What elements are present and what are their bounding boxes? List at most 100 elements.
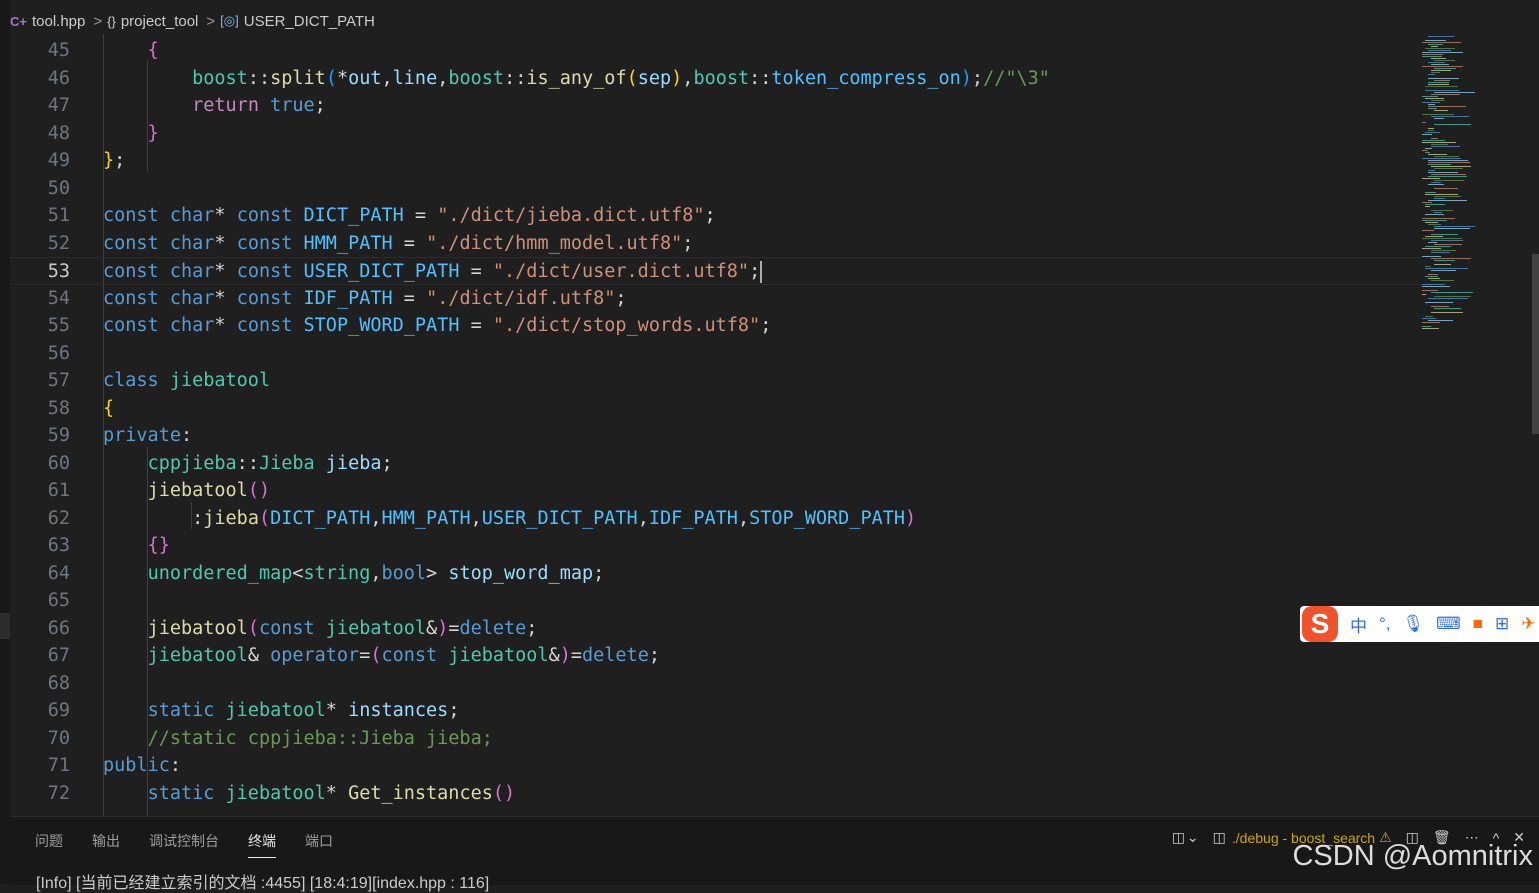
panel-tabs: 问题 输出 调试控制台 终端 端口 [35, 831, 362, 858]
breadcrumb-namespace[interactable]: {} project_tool [107, 13, 198, 30]
code-line[interactable]: 52 const char* const HMM_PATH = "./dict/h… [10, 230, 1422, 258]
line-number: 54 [47, 287, 70, 309]
more-icon[interactable]: ✈ [1521, 614, 1535, 634]
editor-scrollbar[interactable] [1532, 34, 1539, 816]
code-text: jiebatool& operator=(const jiebatool&)=d… [147, 645, 660, 666]
braces-icon: {} [107, 13, 116, 29]
code-line[interactable]: 63 {} [10, 532, 1422, 560]
code-line[interactable]: 71 public: [10, 752, 1422, 780]
line-number: 50 [47, 177, 70, 199]
line-number: 53 [47, 261, 70, 282]
code-line[interactable]: 60 cppjieba::Jieba jieba; [10, 450, 1422, 478]
code-text: } [147, 122, 159, 144]
line-number: 48 [47, 122, 70, 144]
csdn-watermark: CSDN @Aomnitrix [1292, 840, 1533, 872]
tab-ports[interactable]: 端口 [305, 831, 333, 858]
activity-bar-marker [0, 613, 10, 639]
breadcrumb-separator-icon: > [93, 12, 103, 30]
split-layout-icon[interactable]: ◫ [1172, 829, 1185, 846]
code-line[interactable]: 68 [10, 670, 1422, 698]
terminal-output[interactable]: [Info] [当前已经建立索引的文档 :4455] [18:4:19][ind… [36, 869, 489, 893]
code-text: return true; [192, 95, 326, 116]
code-line[interactable]: 47 return true; [10, 92, 1422, 120]
variable-icon: [◎] [220, 13, 239, 28]
line-number: 56 [47, 342, 70, 364]
line-number: 62 [47, 507, 70, 529]
breadcrumb-separator-icon: > [206, 12, 216, 30]
code-text: static jiebatool* instances; [147, 700, 460, 721]
breadcrumb-symbol[interactable]: [◎] USER_DICT_PATH [220, 13, 375, 30]
minimap[interactable] [1422, 34, 1534, 816]
line-number: 65 [47, 590, 70, 611]
chevron-down-icon[interactable]: ⌄ [1187, 829, 1199, 846]
cpp-file-icon: C+ [10, 13, 27, 29]
code-line[interactable]: 58 { [10, 395, 1422, 423]
minimap-preview [1422, 36, 1475, 329]
code-text: cppjieba::Jieba jieba; [147, 452, 393, 474]
line-number: 72 [47, 782, 70, 804]
code-line[interactable]: 55 const char* const STOP_WORD_PATH = "./… [10, 312, 1422, 340]
tab-terminal[interactable]: 终端 [248, 831, 276, 858]
line-number: 49 [47, 150, 70, 171]
line-number: 57 [47, 370, 70, 391]
mic-icon[interactable]: 🎙 [1403, 614, 1425, 634]
terminal-panel-icon[interactable]: ◫ [1213, 829, 1226, 846]
breadcrumb-symbol-label: USER_DICT_PATH [243, 12, 375, 30]
line-number: 47 [47, 95, 70, 116]
code-line[interactable]: 46 boost::split(*out,line,boost::is_any_… [10, 65, 1422, 93]
keyboard-icon[interactable]: ⌨ [1436, 614, 1461, 634]
line-number: 51 [47, 205, 70, 226]
code-line[interactable]: 72 static jiebatool* Get_instances() [10, 780, 1422, 808]
code-line[interactable]: 45 { [10, 37, 1422, 65]
shirt-icon[interactable]: ■ [1473, 614, 1483, 634]
ime-toolbar[interactable]: S 中 °, 🎙 ⌨ ■ ⊞ ✈ [1300, 606, 1539, 642]
code-line[interactable]: 53 const char* const USER_DICT_PATH = "./… [10, 257, 1422, 285]
line-number: 70 [47, 727, 70, 749]
code-line[interactable]: 49}; [10, 147, 1422, 175]
scrollbar-thumb[interactable] [1532, 254, 1539, 434]
code-line[interactable]: 62 :jieba(DICT_PATH,HMM_PATH,USER_DICT_P… [10, 505, 1422, 533]
code-line[interactable]: 54 const char* const IDF_PATH = "./dict/i… [10, 285, 1422, 313]
code-line[interactable]: 69 static jiebatool* instances; [10, 697, 1422, 725]
breadcrumb-file-label: tool.hpp [31, 12, 86, 30]
line-number: 45 [47, 40, 70, 61]
code-text: {} [147, 535, 170, 556]
breadcrumb-namespace-label: project_tool [120, 12, 199, 30]
code-line[interactable]: 59 private: [10, 422, 1422, 450]
code-text: boost::split(*out,line,boost::is_any_of(… [192, 67, 1050, 89]
code-line[interactable]: 64 unordered_map<string,bool> stop_word_… [10, 560, 1422, 588]
line-number: 52 [47, 232, 70, 254]
breadcrumb-file[interactable]: C+ tool.hpp [10, 13, 85, 30]
code-text: jiebatool(const jiebatool&)=delete; [147, 617, 538, 639]
code-line[interactable]: 66 jiebatool(const jiebatool&)=delete; [10, 615, 1422, 643]
tab-problems[interactable]: 问题 [35, 831, 63, 858]
code-line[interactable]: 50 [10, 175, 1422, 203]
code-line[interactable]: 51 const char* const DICT_PATH = "./dict/… [10, 202, 1422, 230]
code-line[interactable]: 57 class jiebatool [10, 367, 1422, 395]
code-line[interactable]: 70 //static cppjieba::Jieba jieba; [10, 725, 1422, 753]
code-line[interactable]: 56 [10, 340, 1422, 368]
grid-icon[interactable]: ⊞ [1495, 614, 1509, 634]
activity-bar-edge [0, 0, 10, 884]
code-editor[interactable]: 45 {46 boost::split(*out,line,boost::is_… [10, 34, 1422, 816]
code-text: const char* const IDF_PATH = "./dict/idf… [103, 287, 627, 309]
ime-mode-toggle[interactable]: 中 [1350, 612, 1367, 637]
line-number: 46 [47, 67, 70, 89]
code-line[interactable]: 48 } [10, 120, 1422, 148]
tab-debug-console[interactable]: 调试控制台 [149, 831, 219, 858]
code-text: { [147, 40, 159, 61]
sogou-logo-icon[interactable]: S [1302, 606, 1338, 642]
ime-punct-toggle[interactable]: °, [1379, 614, 1391, 634]
code-line[interactable]: 67 jiebatool& operator=(const jiebatool&… [10, 642, 1422, 670]
code-text: const char* const USER_DICT_PATH = "./di… [103, 261, 763, 283]
line-number: 61 [47, 480, 70, 501]
code-line[interactable]: 61 jiebatool() [10, 477, 1422, 505]
line-number: 60 [47, 452, 70, 474]
code-text: const char* const STOP_WORD_PATH = "./di… [103, 315, 772, 336]
code-text: unordered_map<string,bool> stop_word_map… [147, 562, 605, 584]
tab-output[interactable]: 输出 [92, 831, 120, 858]
code-text: private: [103, 425, 193, 446]
line-number: 68 [47, 672, 70, 694]
code-line[interactable]: 65 [10, 587, 1422, 615]
code-text: //static cppjieba::Jieba jieba; [147, 727, 493, 749]
